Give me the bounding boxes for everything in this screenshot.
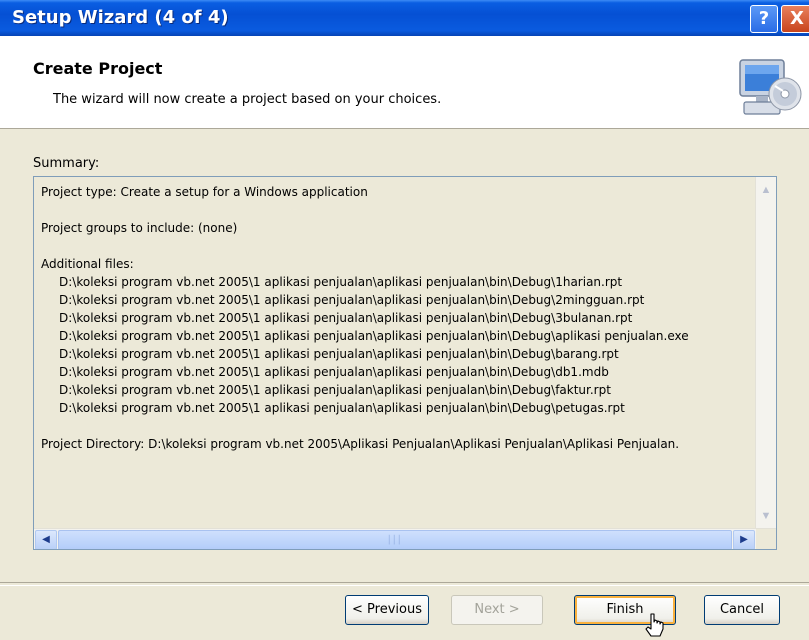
- file-path-line: D:\koleksi program vb.net 2005\1 aplikas…: [59, 401, 625, 415]
- scrollbar-corner: [756, 529, 776, 549]
- scroll-up-icon[interactable]: ▲: [758, 181, 774, 199]
- page-title: Create Project: [33, 59, 163, 78]
- summary-content: Project type: Create a setup for a Windo…: [41, 183, 752, 453]
- title-bar[interactable]: Setup Wizard (4 of 4) ? X: [0, 0, 809, 36]
- setup-wizard-window: Setup Wizard (4 of 4) ? X Create Project…: [0, 0, 809, 640]
- scroll-right-icon[interactable]: ▶: [733, 530, 755, 549]
- file-path-line: D:\koleksi program vb.net 2005\1 aplikas…: [59, 275, 623, 289]
- close-button[interactable]: X: [781, 5, 809, 33]
- window-title: Setup Wizard (4 of 4): [12, 7, 229, 28]
- next-button[interactable]: Next >: [451, 595, 543, 625]
- summary-textbox[interactable]: Project type: Create a setup for a Windo…: [33, 176, 777, 550]
- footer-divider: [0, 582, 809, 586]
- project-type-line: Project type: Create a setup for a Windo…: [41, 185, 368, 199]
- file-path-line: D:\koleksi program vb.net 2005\1 aplikas…: [59, 293, 645, 307]
- project-groups-line: Project groups to include: (none): [41, 221, 238, 235]
- computer-cd-icon: [739, 59, 802, 115]
- cancel-button[interactable]: Cancel: [704, 595, 780, 625]
- horizontal-scrollbar[interactable]: ◀ │││ ▶: [34, 528, 776, 549]
- wizard-header: Create Project The wizard will now creat…: [0, 36, 809, 129]
- summary-label: Summary:: [33, 156, 100, 171]
- vertical-scrollbar[interactable]: ▲ ▼: [755, 177, 776, 529]
- mouse-pointer-icon: [645, 613, 664, 637]
- previous-button[interactable]: < Previous: [345, 595, 429, 625]
- horizontal-scroll-thumb[interactable]: │││: [58, 530, 732, 549]
- project-directory-line: Project Directory: D:\koleksi program vb…: [41, 437, 680, 451]
- file-path-line: D:\koleksi program vb.net 2005\1 aplikas…: [59, 311, 633, 325]
- file-path-line: D:\koleksi program vb.net 2005\1 aplikas…: [59, 347, 619, 361]
- file-path-line: D:\koleksi program vb.net 2005\1 aplikas…: [59, 383, 611, 397]
- scroll-left-icon[interactable]: ◀: [35, 530, 57, 549]
- additional-files-label: Additional files:: [41, 257, 134, 271]
- help-button[interactable]: ?: [750, 5, 778, 33]
- file-path-line: D:\koleksi program vb.net 2005\1 aplikas…: [59, 365, 609, 379]
- page-subtitle: The wizard will now create a project bas…: [53, 92, 442, 107]
- scroll-down-icon[interactable]: ▼: [758, 507, 774, 525]
- grip-icon: │││: [387, 535, 402, 544]
- file-path-line: D:\koleksi program vb.net 2005\1 aplikas…: [59, 329, 689, 343]
